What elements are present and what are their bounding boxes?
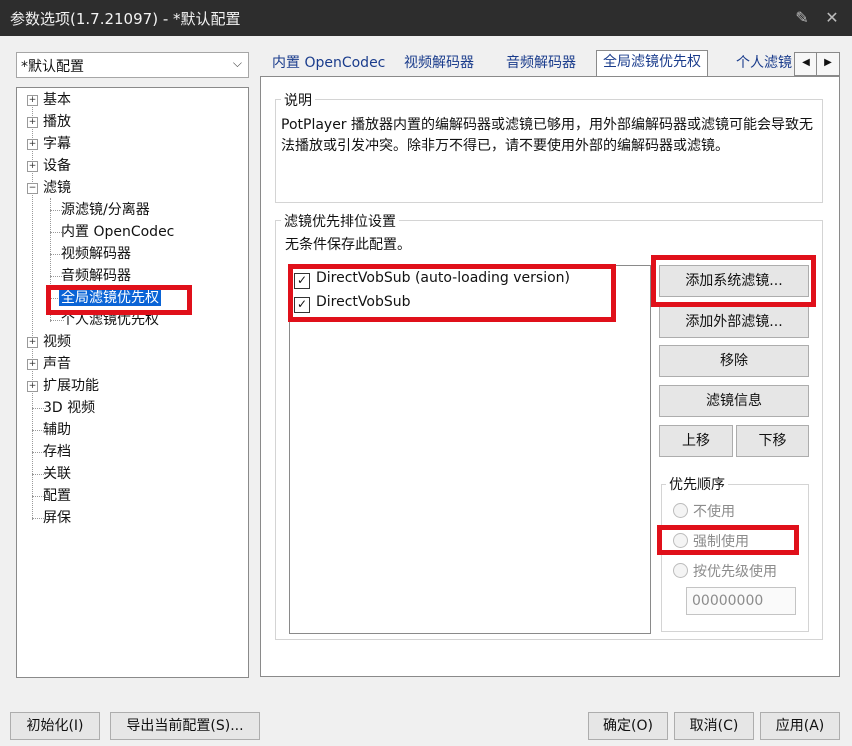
ok-button[interactable]: 确定(O) [588, 712, 668, 740]
tree-item-personal-filter-priority[interactable]: 个人滤镜优先权 [61, 309, 159, 331]
collapse-icon[interactable]: − [27, 183, 38, 194]
tab-video-decoder[interactable]: 视频解码器 [398, 52, 480, 76]
expand-icon[interactable]: + [27, 381, 38, 392]
expand-icon[interactable]: + [27, 139, 38, 150]
tree-item-extensions[interactable]: + 扩展功能 [27, 375, 99, 397]
priority-label: 滤镜优先排位设置 [281, 211, 399, 231]
expand-icon[interactable]: + [27, 359, 38, 370]
radio-force-use[interactable]: 强制使用 [673, 531, 749, 551]
radio-priority-use[interactable]: 按优先级使用 [673, 561, 777, 581]
tree-item-association[interactable]: 关联 [43, 463, 71, 485]
description-text: PotPlayer 播放器内置的编解码器或滤镜已够用，用外部编解码器或滤镜可能会… [281, 117, 814, 154]
tab-audio-decoder[interactable]: 音频解码器 [500, 52, 582, 76]
tab-opencodec[interactable]: 内置 OpenCodec [266, 52, 391, 76]
remove-button[interactable]: 移除 [659, 345, 809, 377]
tab-panel: 说明 PotPlayer 播放器内置的编解码器或滤镜已够用，用外部编解码器或滤镜… [260, 76, 840, 677]
apply-button[interactable]: 应用(A) [760, 712, 840, 740]
tree-item-playback[interactable]: + 播放 [27, 111, 71, 133]
tree-item-audio[interactable]: + 声音 [27, 353, 71, 375]
checkbox[interactable]: ✓ [294, 273, 310, 289]
expand-icon[interactable]: + [27, 161, 38, 172]
filter-info-button[interactable]: 滤镜信息 [659, 385, 809, 417]
tree-item-device[interactable]: + 设备 [27, 155, 71, 177]
pin-icon[interactable]: ✎ [792, 8, 812, 28]
profile-select[interactable]: *默认配置 ⌵ [16, 52, 249, 78]
tree-item-subtitles[interactable]: + 字幕 [27, 133, 71, 155]
title-bar: 参数选项(1.7.21097) - *默认配置 ✎ ✕ [0, 0, 852, 36]
expand-icon[interactable]: + [27, 337, 38, 348]
order-label: 优先顺序 [666, 474, 728, 494]
chevron-down-icon: ⌵ [232, 56, 242, 70]
tab-bar: 内置 OpenCodec 视频解码器 音频解码器 全局滤镜优先权 个人滤镜 ◀ … [260, 50, 840, 79]
radio-no-use[interactable]: 不使用 [673, 501, 735, 521]
radio-icon [673, 563, 688, 578]
add-system-filter-button[interactable]: 添加系统滤镜... [659, 265, 809, 297]
tree-item-video[interactable]: + 视频 [27, 331, 71, 353]
checkbox[interactable]: ✓ [294, 297, 310, 313]
tree-item-audio-decoder[interactable]: 音频解码器 [61, 265, 131, 287]
tree-item-assist[interactable]: 辅助 [43, 419, 71, 441]
tree-item-archive[interactable]: 存档 [43, 441, 71, 463]
profile-value: *默认配置 [21, 59, 84, 75]
window-title: 参数选项(1.7.21097) - *默认配置 [10, 10, 241, 28]
tree-item-video-decoder[interactable]: 视频解码器 [61, 243, 131, 265]
radio-icon [673, 503, 688, 518]
tab-scroll-left-icon[interactable]: ◀ [794, 52, 818, 76]
tree-item-basic[interactable]: + 基本 [27, 89, 71, 111]
priority-value-field[interactable]: 00000000 [686, 587, 796, 615]
move-up-button[interactable]: 上移 [659, 425, 733, 457]
tree-item-source-filter[interactable]: 源滤镜/分离器 [61, 199, 150, 221]
filter-item[interactable]: ✓ DirectVobSub [294, 294, 411, 313]
tree-item-filters[interactable]: − 滤镜 [27, 177, 71, 199]
init-button[interactable]: 初始化(I) [10, 712, 100, 740]
tab-global-filter-priority[interactable]: 全局滤镜优先权 [596, 50, 708, 79]
tree-item-opencodec[interactable]: 内置 OpenCodec [61, 221, 174, 243]
description-label: 说明 [281, 90, 315, 110]
expand-icon[interactable]: + [27, 95, 38, 106]
tree-item-screensaver[interactable]: 屏保 [43, 507, 71, 529]
expand-icon[interactable]: + [27, 117, 38, 128]
filter-list[interactable]: ✓ DirectVobSub (auto-loading version) ✓ Di… [289, 265, 651, 634]
tab-scroll-right-icon[interactable]: ▶ [816, 52, 840, 76]
close-icon[interactable]: ✕ [822, 8, 842, 28]
radio-icon [673, 533, 688, 548]
tree-item-3d-video[interactable]: 3D 视频 [43, 397, 95, 419]
tree-item-global-filter-priority[interactable]: 全局滤镜优先权 [59, 287, 161, 309]
priority-note: 无条件保存此配置。 [285, 237, 411, 253]
export-config-button[interactable]: 导出当前配置(S)... [110, 712, 260, 740]
settings-tree: + 基本 + 播放 + 字幕 + 设备 − 滤镜 源滤镜/分离器 内置 Open… [16, 87, 249, 678]
filter-item[interactable]: ✓ DirectVobSub (auto-loading version) [294, 270, 570, 289]
tree-item-config[interactable]: 配置 [43, 485, 71, 507]
add-external-filter-button[interactable]: 添加外部滤镜... [659, 306, 809, 338]
cancel-button[interactable]: 取消(C) [674, 712, 754, 740]
move-down-button[interactable]: 下移 [736, 425, 809, 457]
